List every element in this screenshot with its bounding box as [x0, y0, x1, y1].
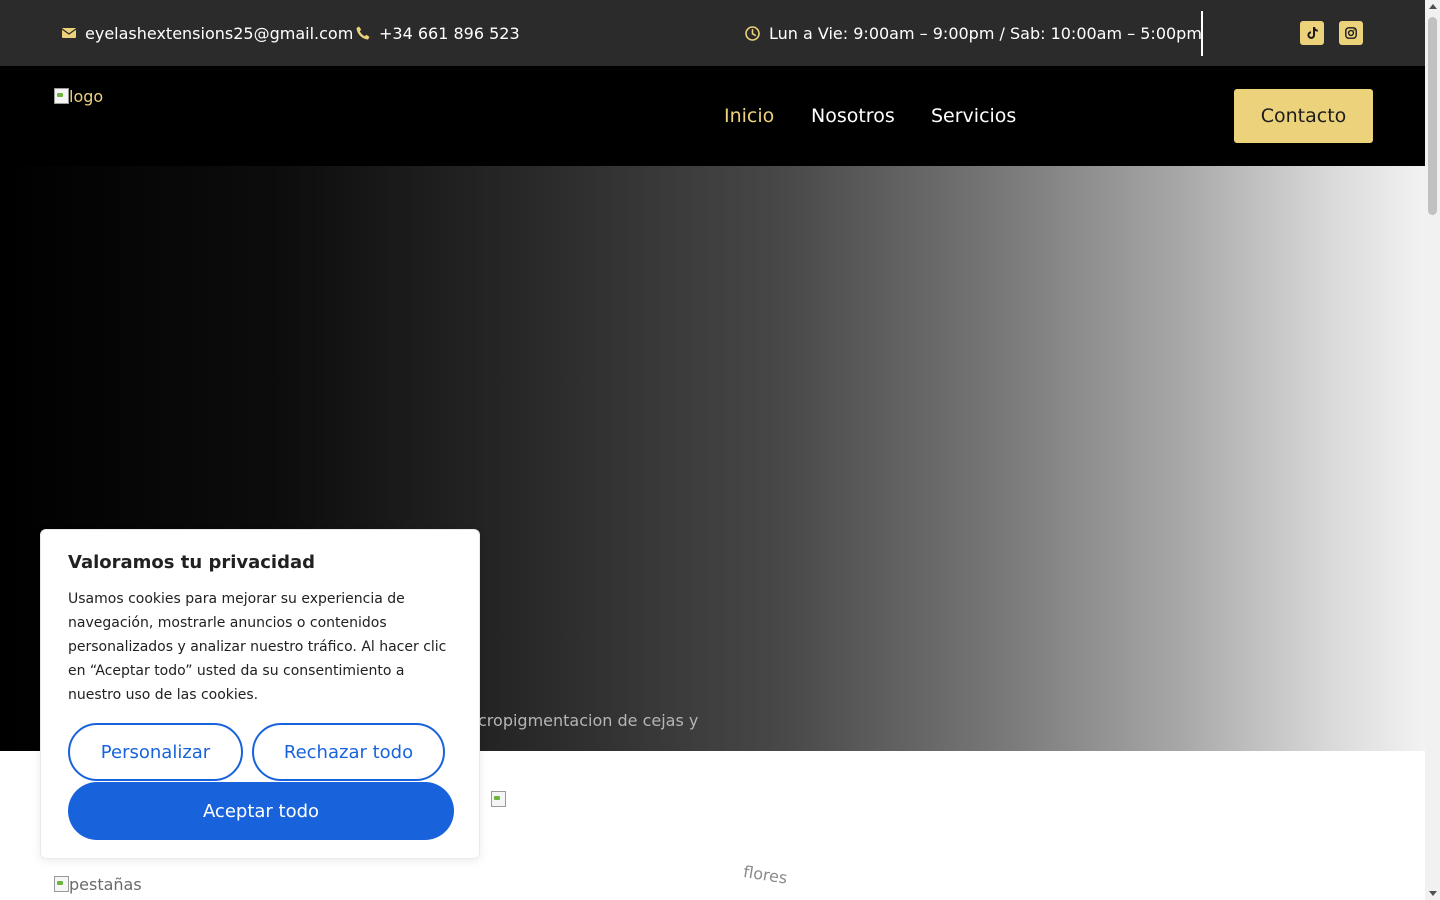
- page-scrollbar[interactable]: [1425, 0, 1440, 900]
- customize-button[interactable]: Personalizar: [68, 723, 243, 781]
- top-bar-email[interactable]: eyelashextensions25@gmail.com: [62, 0, 353, 66]
- hours-text: Lun a Vie: 9:00am – 9:00pm / Sab: 10:00a…: [769, 23, 1202, 43]
- scroll-down-arrow-icon[interactable]: [1429, 891, 1437, 896]
- clock-icon: [745, 25, 760, 41]
- instagram-link[interactable]: [1339, 21, 1363, 45]
- scroll-thumb[interactable]: [1428, 17, 1437, 215]
- nav-item-inicio[interactable]: Inicio: [724, 66, 774, 166]
- broken-image-icon: [53, 87, 69, 104]
- top-bar-phone[interactable]: +34 661 896 523: [356, 0, 520, 66]
- broken-image-icon: [53, 875, 69, 892]
- accept-all-button[interactable]: Aceptar todo: [68, 782, 454, 840]
- tiktok-link[interactable]: [1300, 21, 1324, 45]
- hero-text: cropigmentacion de cejas y: [478, 711, 699, 730]
- cookie-description: Usamos cookies para mejorar su experienc…: [68, 591, 447, 703]
- logo[interactable]: logo: [53, 87, 103, 106]
- pestanas-image: pestañas: [53, 875, 142, 894]
- phone-icon: [356, 26, 370, 40]
- tiktok-icon: [1306, 27, 1318, 39]
- nav-item-servicios[interactable]: Servicios: [931, 66, 1016, 166]
- contact-button[interactable]: Contacto: [1234, 89, 1373, 143]
- envelope-icon: [62, 28, 76, 38]
- cookie-consent-dialog: Valoramos tu privacidad Usamos cookies p…: [40, 529, 480, 859]
- pestanas-alt-text: pestañas: [69, 875, 142, 894]
- logo-alt-text: logo: [69, 87, 104, 106]
- phone-text: +34 661 896 523: [379, 23, 520, 43]
- reject-all-button[interactable]: Rechazar todo: [252, 723, 445, 781]
- top-bar-divider: [1201, 11, 1203, 56]
- top-bar: eyelashextensions25@gmail.com +34 661 89…: [0, 0, 1425, 66]
- nav-item-nosotros[interactable]: Nosotros: [811, 66, 895, 166]
- instagram-icon: [1345, 27, 1357, 39]
- email-text: eyelashextensions25@gmail.com: [85, 23, 354, 43]
- cookie-title: Valoramos tu privacidad: [68, 552, 316, 573]
- scroll-up-arrow-icon[interactable]: [1429, 4, 1437, 9]
- flores-image-alt: flores: [742, 862, 789, 888]
- broken-image-icon: [490, 790, 506, 807]
- top-bar-hours: Lun a Vie: 9:00am – 9:00pm / Sab: 10:00a…: [745, 0, 1202, 66]
- site-header: logo Inicio Nosotros Servicios Contacto: [0, 66, 1425, 166]
